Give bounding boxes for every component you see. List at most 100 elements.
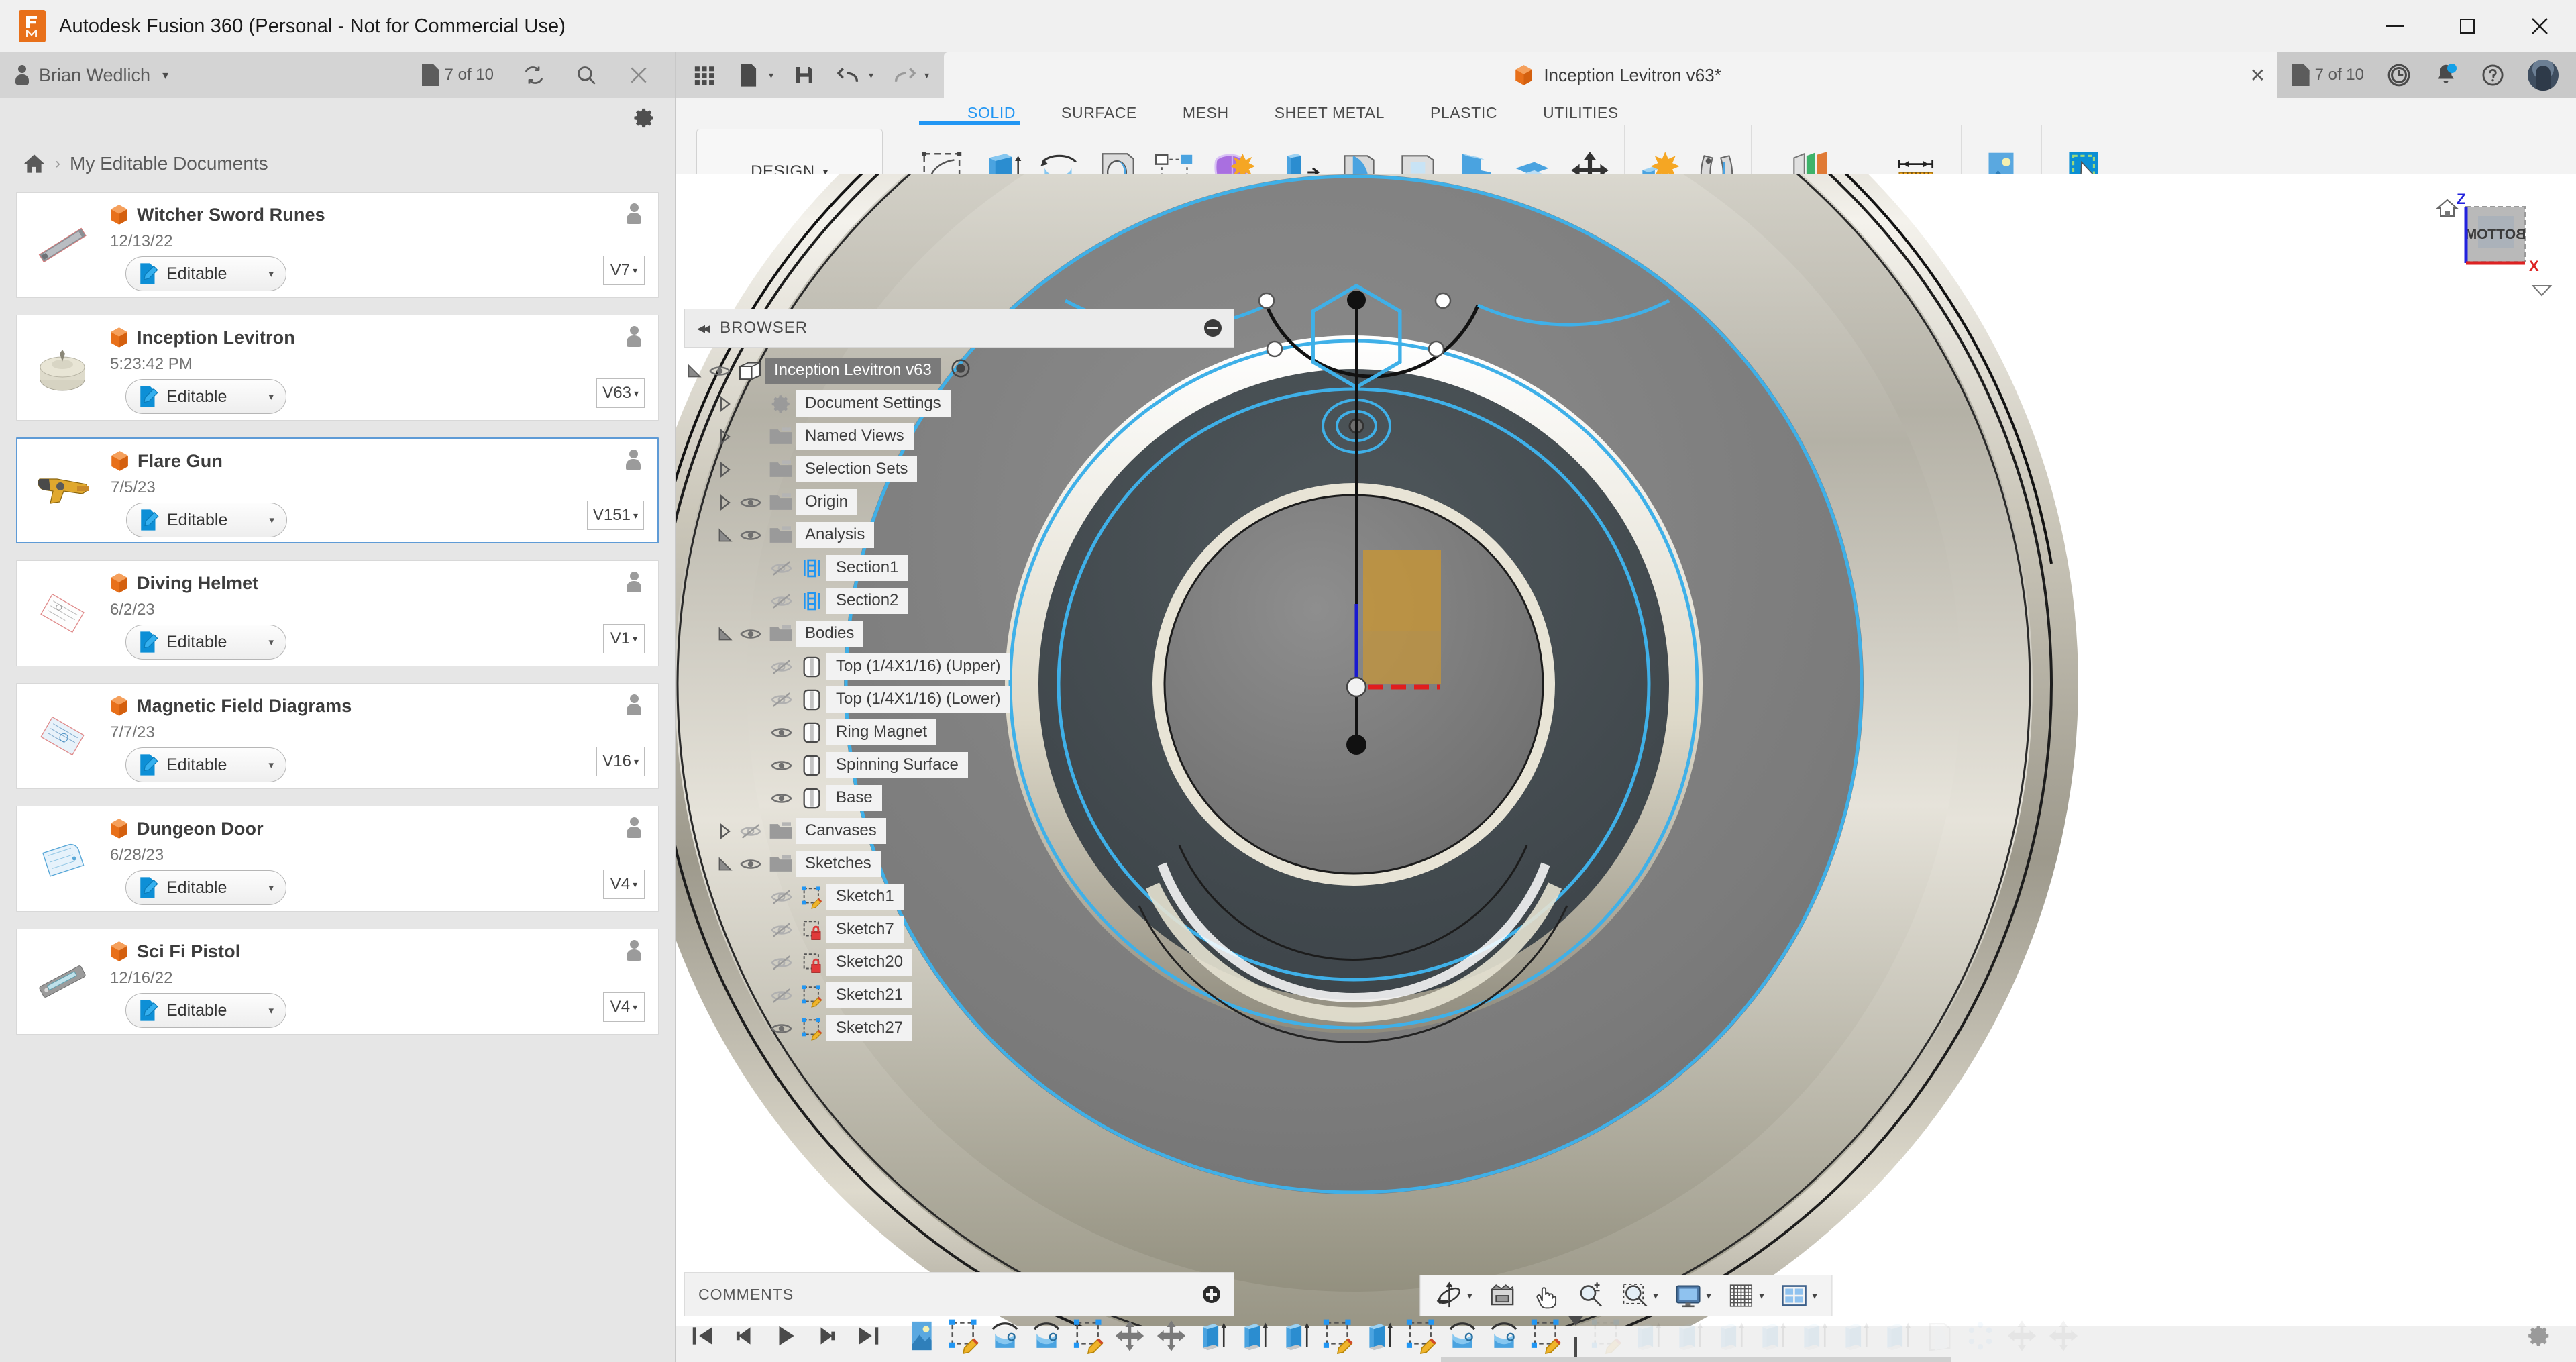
fit-button[interactable]: ▾ bbox=[1613, 1281, 1666, 1310]
browser-tree-item[interactable]: Top (1/4X1/16) (Upper) bbox=[684, 650, 1234, 683]
document-card[interactable]: Dungeon Door 6/28/23 Editable ▾ V4 ▾ bbox=[16, 806, 659, 912]
timeline-feature-extrude[interactable] bbox=[1796, 1318, 1831, 1353]
app-grid-icon[interactable] bbox=[691, 62, 718, 89]
browser-tree-item[interactable]: Sketch7 bbox=[684, 913, 1234, 946]
avatar[interactable] bbox=[2528, 60, 2559, 91]
chevron-down-icon[interactable]: ▾ bbox=[268, 636, 274, 648]
timeline-feature-fillet[interactable] bbox=[1921, 1318, 1956, 1353]
orbit-button[interactable]: ▾ bbox=[1427, 1281, 1480, 1310]
document-version-dropdown[interactable]: V7 ▾ bbox=[603, 256, 645, 285]
clock-icon[interactable] bbox=[2387, 63, 2411, 87]
skip-to-end-icon[interactable] bbox=[856, 1323, 881, 1349]
grid-snaps-button[interactable]: ▾ bbox=[1719, 1281, 1772, 1310]
document-card[interactable]: Flare Gun 7/5/23 Editable ▾ V151 ▾ bbox=[16, 437, 659, 543]
viewports-button[interactable]: ▾ bbox=[1772, 1281, 1825, 1310]
visibility-toggle-icon[interactable] bbox=[766, 658, 797, 676]
timeline-scrollbar[interactable] bbox=[1441, 1357, 1951, 1362]
document-card[interactable]: Inception Levitron 5:23:42 PM Editable ▾… bbox=[16, 315, 659, 421]
chevron-down-icon[interactable]: ▾ bbox=[268, 268, 274, 280]
ribbon-tab-plastic[interactable]: PLASTIC bbox=[1407, 104, 1520, 122]
display-settings-button[interactable]: ▾ bbox=[1666, 1281, 1719, 1310]
chevron-down-icon[interactable] bbox=[684, 364, 704, 378]
job-status[interactable]: 7 of 10 bbox=[2292, 64, 2364, 86]
chevron-down-icon[interactable]: ▾ bbox=[268, 759, 274, 771]
add-comment-icon[interactable] bbox=[1203, 1286, 1220, 1303]
visibility-toggle-icon[interactable] bbox=[766, 592, 797, 610]
browser-tree-item[interactable]: Bodies bbox=[684, 617, 1234, 650]
chevron-right-icon[interactable] bbox=[715, 397, 735, 411]
browser-tree-item[interactable]: Selection Sets bbox=[684, 453, 1234, 486]
chevron-down-icon[interactable] bbox=[715, 857, 735, 872]
chevron-down-icon[interactable]: ▾ bbox=[1653, 1290, 1658, 1302]
ribbon-tab-surface[interactable]: SURFACE bbox=[1038, 104, 1160, 122]
browser-tree-item[interactable]: Sketch27 bbox=[684, 1012, 1234, 1045]
chevron-down-icon[interactable]: ▾ bbox=[869, 70, 873, 81]
visibility-toggle-icon[interactable] bbox=[704, 362, 735, 380]
bell-icon[interactable] bbox=[2434, 63, 2458, 87]
ribbon-tab-mesh[interactable]: MESH bbox=[1160, 104, 1252, 122]
document-version-dropdown[interactable]: V1 ▾ bbox=[603, 624, 645, 653]
visibility-toggle-icon[interactable] bbox=[766, 691, 797, 709]
browser-tree-item[interactable]: Analysis bbox=[684, 519, 1234, 552]
step-back-icon[interactable] bbox=[731, 1323, 757, 1349]
maximize-button[interactable] bbox=[2431, 0, 2504, 52]
step-forward-icon[interactable] bbox=[814, 1323, 840, 1349]
timeline-feature-pattern[interactable] bbox=[1963, 1318, 1998, 1353]
visibility-toggle-icon[interactable] bbox=[766, 921, 797, 939]
document-status-dropdown[interactable]: Editable ▾ bbox=[126, 503, 287, 537]
timeline-feature-extrude[interactable] bbox=[1880, 1318, 1915, 1353]
chevron-down-icon[interactable]: ▾ bbox=[1467, 1290, 1472, 1302]
browser-tree-item[interactable]: Top (1/4X1/16) (Lower) bbox=[684, 683, 1234, 716]
look-at-button[interactable] bbox=[1480, 1281, 1524, 1310]
activate-component-icon[interactable] bbox=[951, 358, 971, 383]
visibility-toggle-icon[interactable] bbox=[766, 560, 797, 577]
document-version-dropdown[interactable]: V4 ▾ bbox=[603, 992, 645, 1022]
document-version-dropdown[interactable]: V151 ▾ bbox=[587, 501, 644, 530]
breadcrumb-label[interactable]: My Editable Documents bbox=[70, 153, 268, 174]
visibility-toggle-icon[interactable] bbox=[766, 987, 797, 1004]
browser-tree-item[interactable]: Named Views bbox=[684, 420, 1234, 453]
timeline-feature-move[interactable] bbox=[1154, 1318, 1189, 1353]
timeline-feature-sketch[interactable] bbox=[1528, 1318, 1563, 1353]
redo-icon[interactable] bbox=[891, 62, 918, 89]
chevron-down-icon[interactable]: ▾ bbox=[268, 1004, 274, 1016]
timeline-feature-sketch[interactable] bbox=[1071, 1318, 1106, 1353]
visibility-toggle-icon[interactable] bbox=[735, 494, 766, 511]
visibility-toggle-icon[interactable] bbox=[735, 527, 766, 544]
timeline-feature-revolve[interactable] bbox=[987, 1318, 1022, 1353]
browser-tree-item[interactable]: Canvases bbox=[684, 815, 1234, 847]
play-icon[interactable] bbox=[773, 1323, 798, 1349]
visibility-toggle-icon[interactable] bbox=[735, 855, 766, 873]
zoom-button[interactable] bbox=[1568, 1281, 1613, 1310]
document-version-dropdown[interactable]: V63 ▾ bbox=[596, 378, 645, 408]
ribbon-tab-sheet-metal[interactable]: SHEET METAL bbox=[1252, 104, 1407, 122]
refresh-icon[interactable] bbox=[522, 63, 546, 87]
chevron-down-icon[interactable]: ▾ bbox=[268, 390, 274, 403]
timeline-feature-extrude[interactable] bbox=[1195, 1318, 1230, 1353]
chevron-down-icon[interactable]: ▾ bbox=[769, 70, 773, 81]
chevron-down-icon[interactable]: ▾ bbox=[162, 68, 168, 83]
collapse-left-icon[interactable]: ◂◂ bbox=[697, 319, 708, 338]
browser-tree-item[interactable]: Sketches bbox=[684, 847, 1234, 880]
document-status-dropdown[interactable]: Editable ▾ bbox=[125, 379, 286, 414]
document-version-dropdown[interactable]: V4 ▾ bbox=[603, 870, 645, 899]
document-status-dropdown[interactable]: Editable ▾ bbox=[125, 870, 286, 905]
document-card[interactable]: Magnetic Field Diagrams 7/7/23 Editable … bbox=[16, 683, 659, 789]
visibility-toggle-icon[interactable] bbox=[766, 757, 797, 774]
skip-to-start-icon[interactable] bbox=[690, 1323, 715, 1349]
timeline-feature-move[interactable] bbox=[2046, 1318, 2081, 1353]
chevron-down-icon[interactable]: ▾ bbox=[1813, 1290, 1817, 1302]
timeline-feature-sketch[interactable] bbox=[1403, 1318, 1438, 1353]
browser-tree-item[interactable]: Section2 bbox=[684, 584, 1234, 617]
chevron-down-icon[interactable]: ▾ bbox=[268, 882, 274, 894]
chevron-right-icon[interactable] bbox=[715, 462, 735, 477]
user-name[interactable]: Brian Wedlich bbox=[39, 65, 150, 86]
minimize-button[interactable] bbox=[2359, 0, 2431, 52]
browser-tree-item[interactable]: Sketch21 bbox=[684, 979, 1234, 1012]
visibility-toggle-icon[interactable] bbox=[766, 954, 797, 972]
timeline-feature-move[interactable] bbox=[2004, 1318, 2039, 1353]
save-icon[interactable] bbox=[791, 62, 818, 89]
document-status-dropdown[interactable]: Editable ▾ bbox=[125, 993, 286, 1028]
close-button[interactable] bbox=[2504, 0, 2576, 52]
close-tab-icon[interactable]: ✕ bbox=[2250, 64, 2265, 87]
